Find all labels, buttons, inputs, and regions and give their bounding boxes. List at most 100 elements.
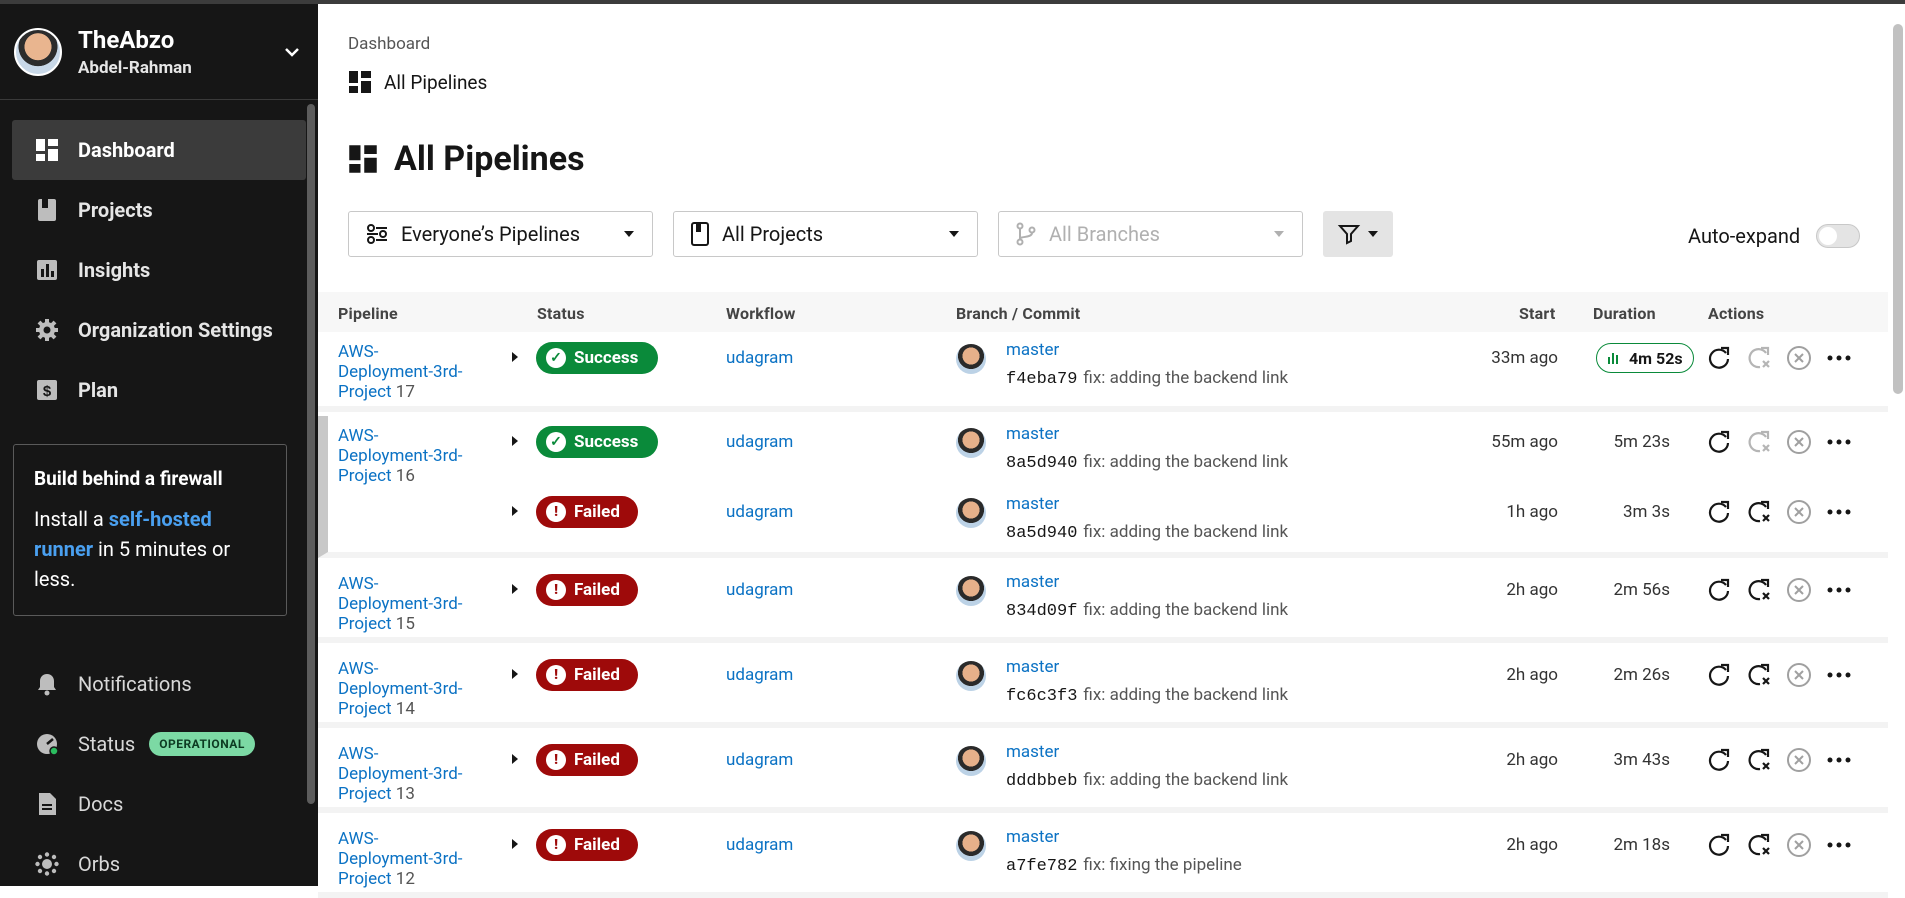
org-switcher[interactable]: TheAbzo Abdel-Rahman	[0, 4, 318, 100]
expand-caret-icon[interactable]	[508, 837, 522, 851]
nav-item-status[interactable]: Status OPERATIONAL	[12, 714, 306, 774]
table-row[interactable]: AWS-Deployment-3rd-Project 17 ✓ Success uda…	[318, 332, 1888, 412]
rerun-icon[interactable]	[1706, 832, 1732, 858]
status-badge[interactable]: ! Failed	[536, 744, 638, 776]
pipeline-name-link[interactable]: AWS-Deployment-3rd-Project 15	[338, 574, 468, 634]
rerun-icon[interactable]	[1706, 577, 1732, 603]
duration-insights-button[interactable]: 4m 52s	[1596, 343, 1694, 373]
expand-caret-icon[interactable]	[508, 582, 522, 596]
rerun-failed-icon[interactable]	[1746, 345, 1772, 371]
more-options-icon[interactable]	[1826, 345, 1852, 371]
col-duration[interactable]: Duration	[1593, 304, 1656, 323]
status-badge[interactable]: ✓ Success	[536, 426, 658, 458]
expand-caret-icon[interactable]	[508, 667, 522, 681]
workflow-link[interactable]: udagram	[726, 432, 793, 452]
nav-item-docs[interactable]: Docs	[12, 774, 306, 834]
workflow-link[interactable]: udagram	[726, 750, 793, 770]
table-row[interactable]: ! Failed udagram master 8a5d940 fix: adding t…	[318, 486, 1888, 558]
rerun-icon[interactable]	[1706, 499, 1732, 525]
nav-item-projects[interactable]: Projects	[12, 180, 306, 240]
commit-info[interactable]: fc6c3f3 fix: adding the backend link	[1006, 685, 1288, 706]
auto-expand-toggle[interactable]	[1816, 224, 1861, 248]
nav-item-notifications[interactable]: Notifications	[12, 654, 306, 714]
col-pipeline[interactable]: Pipeline	[338, 304, 398, 323]
nav-item-dashboard[interactable]: Dashboard	[12, 120, 306, 180]
branch-link[interactable]: master	[1006, 742, 1059, 762]
pipeline-name-link[interactable]: AWS-Deployment-3rd-Project 16	[338, 426, 468, 486]
col-workflow[interactable]: Workflow	[726, 304, 796, 323]
cancel-icon[interactable]	[1786, 499, 1812, 525]
workflow-link[interactable]: udagram	[726, 835, 793, 855]
workflow-link[interactable]: udagram	[726, 580, 793, 600]
table-row[interactable]: AWS-Deployment-3rd-Project 14 ! Failed udag…	[318, 649, 1888, 728]
branch-link[interactable]: master	[1006, 494, 1059, 514]
table-row[interactable]: AWS-Deployment-3rd-Project 13 ! Failed udag…	[318, 734, 1888, 813]
pipeline-name-link[interactable]: AWS-Deployment-3rd-Project 13	[338, 744, 468, 804]
nav-item-orbs[interactable]: Orbs	[12, 834, 306, 894]
nav-item-org-settings[interactable]: Organization Settings	[12, 300, 306, 360]
branches-filter-select[interactable]: All Branches	[998, 211, 1303, 257]
col-start[interactable]: Start	[1519, 304, 1556, 323]
commit-info[interactable]: f4eba79 fix: adding the backend link	[1006, 368, 1288, 389]
more-options-icon[interactable]	[1826, 662, 1852, 688]
commit-info[interactable]: dddbbeb fix: adding the backend link	[1006, 770, 1288, 791]
cancel-icon[interactable]	[1786, 747, 1812, 773]
breadcrumb[interactable]: Dashboard	[348, 34, 430, 54]
status-badge[interactable]: ! Failed	[536, 659, 638, 691]
rerun-failed-icon[interactable]	[1746, 832, 1772, 858]
table-row[interactable]: AWS-Deployment-3rd-Project 15 ! Failed udag…	[318, 564, 1888, 643]
branch-link[interactable]: master	[1006, 572, 1059, 592]
status-badge[interactable]: ! Failed	[536, 496, 638, 528]
rerun-failed-icon[interactable]	[1746, 429, 1772, 455]
rerun-icon[interactable]	[1706, 345, 1732, 371]
branch-link[interactable]: master	[1006, 424, 1059, 444]
expand-caret-icon[interactable]	[508, 504, 522, 518]
commit-info[interactable]: 834d09f fix: adding the backend link	[1006, 600, 1288, 621]
cancel-icon[interactable]	[1786, 345, 1812, 371]
branch-link[interactable]: master	[1006, 657, 1059, 677]
status-badge[interactable]: ! Failed	[536, 574, 638, 606]
more-options-icon[interactable]	[1826, 577, 1852, 603]
nav-item-plan[interactable]: $ Plan	[12, 360, 306, 420]
rerun-icon[interactable]	[1706, 429, 1732, 455]
expand-caret-icon[interactable]	[508, 350, 522, 364]
cancel-icon[interactable]	[1786, 429, 1812, 455]
advanced-filter-button[interactable]	[1323, 211, 1393, 257]
branch-link[interactable]: master	[1006, 827, 1059, 847]
pipeline-name-link[interactable]: AWS-Deployment-3rd-Project 12	[338, 829, 468, 889]
chevron-down-icon[interactable]	[280, 40, 304, 64]
more-options-icon[interactable]	[1826, 499, 1852, 525]
sidebar-scrollbar[interactable]	[307, 104, 315, 804]
main-scrollbar[interactable]	[1893, 24, 1903, 394]
projects-filter-select[interactable]: All Projects	[673, 211, 978, 257]
nav-item-insights[interactable]: Insights	[12, 240, 306, 300]
workflow-link[interactable]: udagram	[726, 348, 793, 368]
commit-info[interactable]: 8a5d940 fix: adding the backend link	[1006, 452, 1288, 473]
cancel-icon[interactable]	[1786, 662, 1812, 688]
col-branch-commit[interactable]: Branch / Commit	[956, 304, 1080, 323]
more-options-icon[interactable]	[1826, 429, 1852, 455]
status-badge[interactable]: ✓ Success	[536, 342, 658, 374]
more-options-icon[interactable]	[1826, 832, 1852, 858]
workflow-link[interactable]: udagram	[726, 502, 793, 522]
table-row[interactable]: AWS-Deployment-3rd-Project 16 ✓ Success uda…	[318, 416, 1888, 486]
rerun-icon[interactable]	[1706, 747, 1732, 773]
pipelines-filter-select[interactable]: Everyone’s Pipelines	[348, 211, 653, 257]
rerun-failed-icon[interactable]	[1746, 747, 1772, 773]
expand-caret-icon[interactable]	[508, 434, 522, 448]
status-badge[interactable]: ! Failed	[536, 829, 638, 861]
rerun-failed-icon[interactable]	[1746, 662, 1772, 688]
pipeline-name-link[interactable]: AWS-Deployment-3rd-Project 17	[338, 342, 468, 402]
rerun-icon[interactable]	[1706, 662, 1732, 688]
pipeline-name-link[interactable]: AWS-Deployment-3rd-Project 14	[338, 659, 468, 719]
rerun-failed-icon[interactable]	[1746, 577, 1772, 603]
commit-info[interactable]: 8a5d940 fix: adding the backend link	[1006, 522, 1288, 543]
branch-link[interactable]: master	[1006, 340, 1059, 360]
workflow-link[interactable]: udagram	[726, 665, 793, 685]
cancel-icon[interactable]	[1786, 577, 1812, 603]
commit-info[interactable]: a7fe782 fix: fixing the pipeline	[1006, 855, 1242, 876]
more-options-icon[interactable]	[1826, 747, 1852, 773]
cancel-icon[interactable]	[1786, 832, 1812, 858]
rerun-failed-icon[interactable]	[1746, 499, 1772, 525]
col-status[interactable]: Status	[537, 304, 585, 323]
